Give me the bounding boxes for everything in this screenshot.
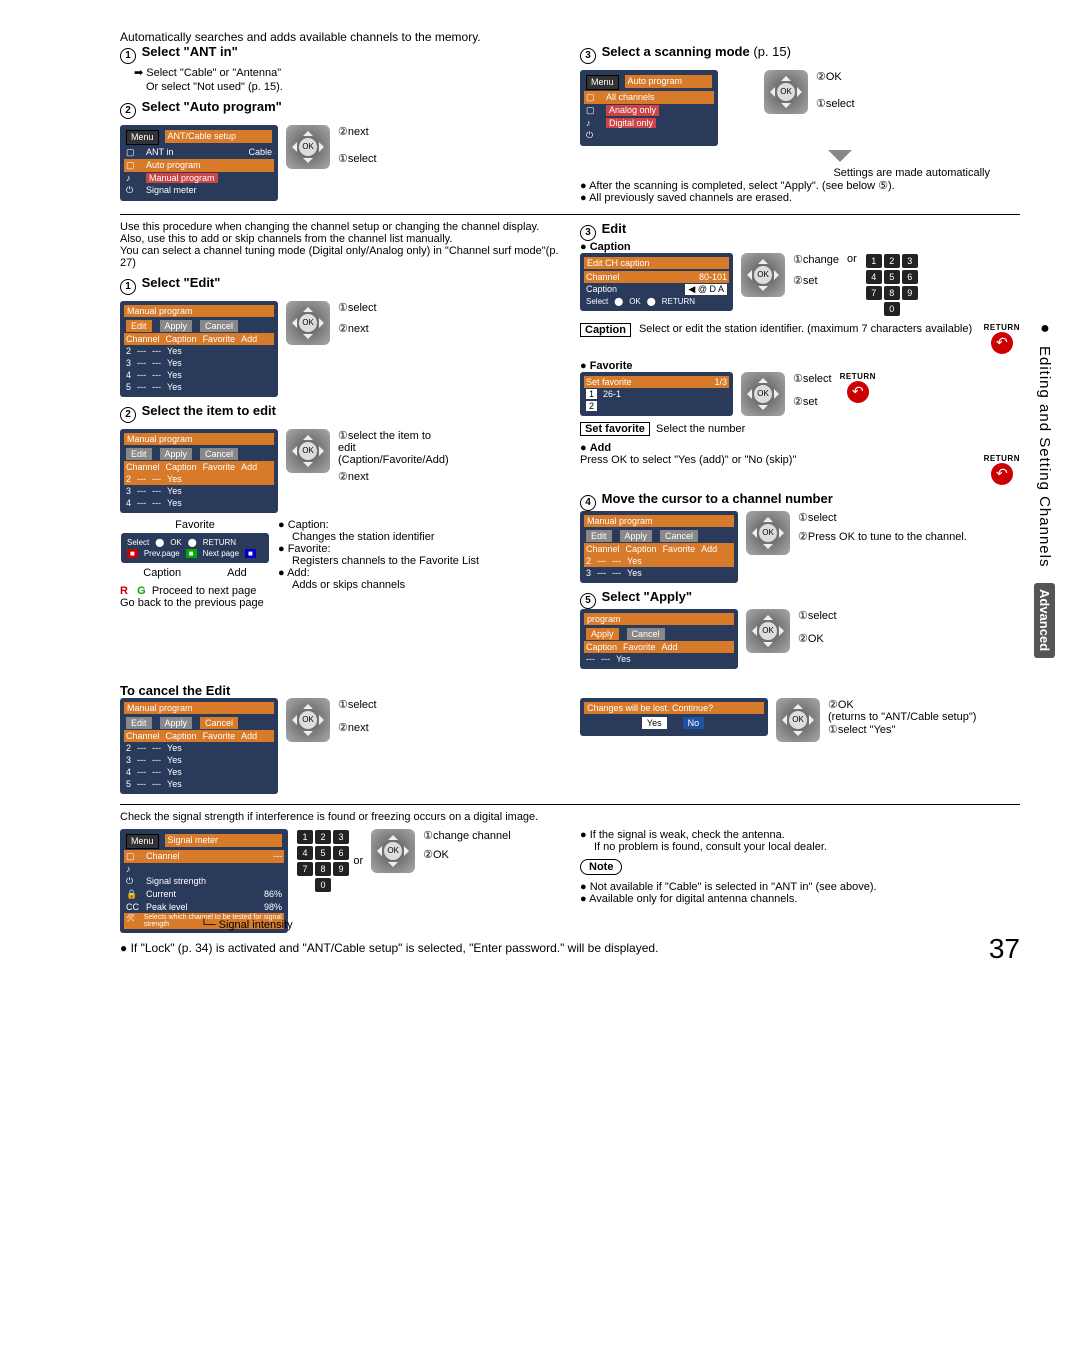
osd-set-favorite: Set favorite1/3 126-1 2 xyxy=(580,372,733,416)
intro-text: Automatically searches and adds availabl… xyxy=(120,30,1020,44)
note-box: Note xyxy=(580,859,622,875)
step-3-b1: ● After the scanning is completed, selec… xyxy=(580,179,1020,192)
cancel-title: To cancel the Edit xyxy=(120,683,1020,698)
m4-title: 4 Move the cursor to a channel number xyxy=(580,491,1020,511)
manual-p2: Also, use this to add or skip channels f… xyxy=(120,233,560,245)
m1-title: 1 Select "Edit" xyxy=(120,275,560,295)
dpad-icon xyxy=(286,698,330,742)
return-icon xyxy=(991,332,1013,354)
return-icon xyxy=(847,381,869,403)
step-3-auto: Settings are made automatically xyxy=(580,167,990,179)
m3-title: 3 Edit xyxy=(580,221,1020,241)
dpad-icon xyxy=(746,609,790,653)
dpad-icon xyxy=(776,698,820,742)
osd-confirm: Changes will be lost. Continue? Yes No xyxy=(580,698,768,736)
signal-intro: Check the signal strength if interferenc… xyxy=(120,811,1020,823)
numpad-icon: 123 456 789 0 xyxy=(865,253,919,317)
manual-p1: Use this procedure when changing the cha… xyxy=(120,221,560,233)
side-tab-main: Editing and Setting Channels xyxy=(1034,340,1055,573)
dpad-icon xyxy=(764,70,808,114)
side-tab: ● Editing and Setting Channels Advanced xyxy=(1034,320,1056,740)
dpad-icon xyxy=(286,125,330,169)
dpad-labels-2: ②OK ①select xyxy=(816,70,855,110)
dpad-icon xyxy=(746,511,790,555)
add-desc: Press OK to select "Yes (add)" or "No (s… xyxy=(580,454,976,466)
go-back-text: Go back to the previous page xyxy=(120,597,270,609)
osd-manual-edit: Manual program EditApplyCancel ChannelCa… xyxy=(120,301,278,397)
caption-box: Caption xyxy=(580,323,631,337)
dpad-icon xyxy=(286,301,330,345)
page-number: 37 xyxy=(989,933,1020,965)
caption-label: Caption xyxy=(143,567,181,579)
step-1-title: 1 Select "ANT in" xyxy=(120,44,560,64)
dpad-icon xyxy=(371,829,415,873)
favorite-label: Favorite xyxy=(175,519,215,531)
step-3-b2: ● All previously saved channels are eras… xyxy=(580,192,1020,204)
osd-signal: MenuSignal meter ▢Channel--- ♪ ⏻Signal s… xyxy=(120,829,288,933)
step-2-title: 2 Select "Auto program" xyxy=(120,99,560,119)
manual-p3: You can select a channel tuning mode (Di… xyxy=(120,245,560,269)
osd-auto-program: MenuAuto program ▢All channels ▢Analog o… xyxy=(580,70,718,146)
m2-title: 2 Select the item to edit xyxy=(120,403,560,423)
add-label: Add xyxy=(227,567,247,579)
arrow-down-icon xyxy=(828,150,852,162)
dpad-icon xyxy=(286,429,330,473)
caption-desc: Select or edit the station identifier. (… xyxy=(639,323,976,335)
step-3-title: 3 Select a scanning mode (p. 15) xyxy=(580,44,1020,64)
numpad-icon: 123 456 789 0 xyxy=(296,829,350,893)
side-tab-advanced: Advanced xyxy=(1034,583,1055,657)
footnote: ● If "Lock" (p. 34) is activated and "AN… xyxy=(120,941,1020,955)
osd-cursor: Manual program EditApplyCancel ChannelCa… xyxy=(580,511,738,583)
osd-apply: program ApplyCancel CaptionFavoriteAdd -… xyxy=(580,609,738,669)
m5-title: 5 Select "Apply" xyxy=(580,589,1020,609)
osd-ant-cable: MenuANT/Cable setup ▢ANT inCable ▢Auto p… xyxy=(120,125,278,201)
osd-manual-item: Manual program EditApplyCancel ChannelCa… xyxy=(120,429,278,513)
dpad-labels-1: ②next ①select xyxy=(338,125,377,165)
dpad-icon xyxy=(741,372,785,416)
bullet-icon: ● xyxy=(1034,320,1056,338)
step-1-line2: Or select "Not used" (p. 15). xyxy=(146,81,560,93)
dpad-icon xyxy=(741,253,785,297)
osd-edit-caption: Edit CH caption Channel80-101 Caption◀ @… xyxy=(580,253,733,311)
osd-cancel: Manual program EditApplyCancel ChannelCa… xyxy=(120,698,278,794)
step-1-line1: ➡ Select "Cable" or "Antenna" xyxy=(134,66,560,79)
return-icon xyxy=(991,463,1013,485)
